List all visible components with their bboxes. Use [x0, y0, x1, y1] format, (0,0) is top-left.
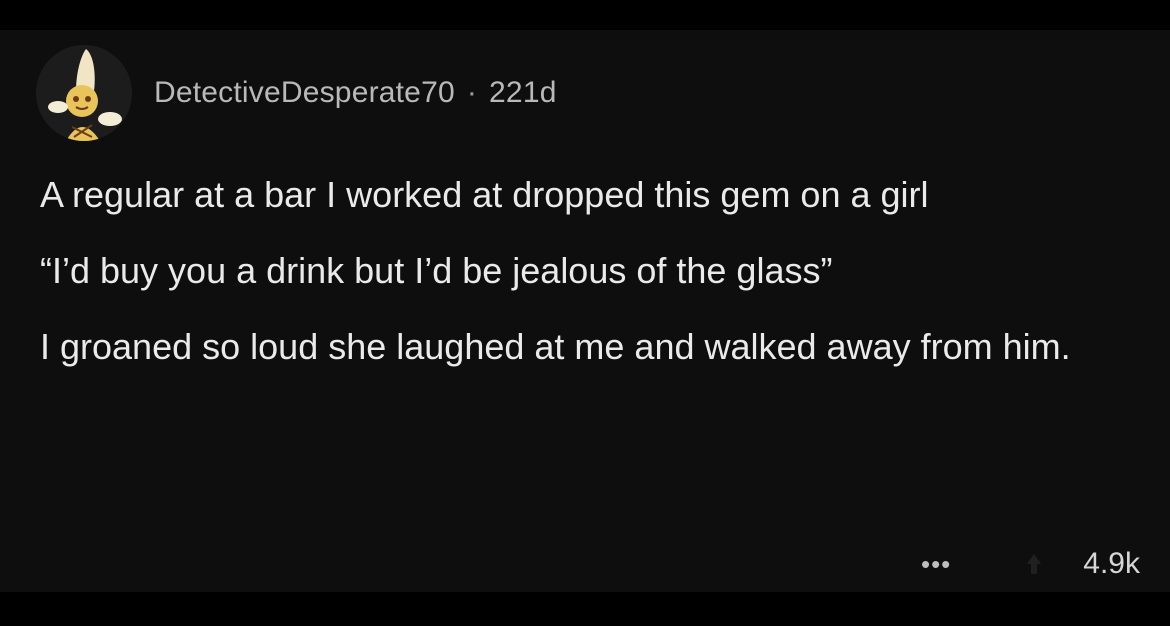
upvote-icon[interactable]: [1025, 552, 1043, 576]
comment-paragraph-1: A regular at a bar I worked at dropped t…: [40, 174, 929, 215]
comment-actions: ••• 4.9k: [921, 544, 1140, 584]
comment-card: DetectiveDesperate70 · 221d A regular at a…: [0, 30, 1170, 592]
snoo-avatar-icon: [36, 45, 132, 141]
user-avatar[interactable]: [36, 45, 132, 141]
comment-paragraph-2: “I’d buy you a drink but I’d be jealous …: [40, 250, 833, 291]
comment-age: 221d: [489, 76, 557, 109]
meta-separator: ·: [466, 76, 478, 109]
comment-paragraph-3: I groaned so loud she laughed at me and …: [40, 326, 1071, 367]
comment-body: A regular at a bar I worked at dropped t…: [40, 170, 1130, 398]
more-options-icon[interactable]: •••: [921, 549, 951, 580]
comment-header: DetectiveDesperate70 · 221d: [36, 38, 557, 148]
vote-score: 4.9k: [1083, 547, 1140, 580]
author-username[interactable]: DetectiveDesperate70: [154, 76, 455, 109]
comment-meta: DetectiveDesperate70 · 221d: [154, 76, 557, 110]
